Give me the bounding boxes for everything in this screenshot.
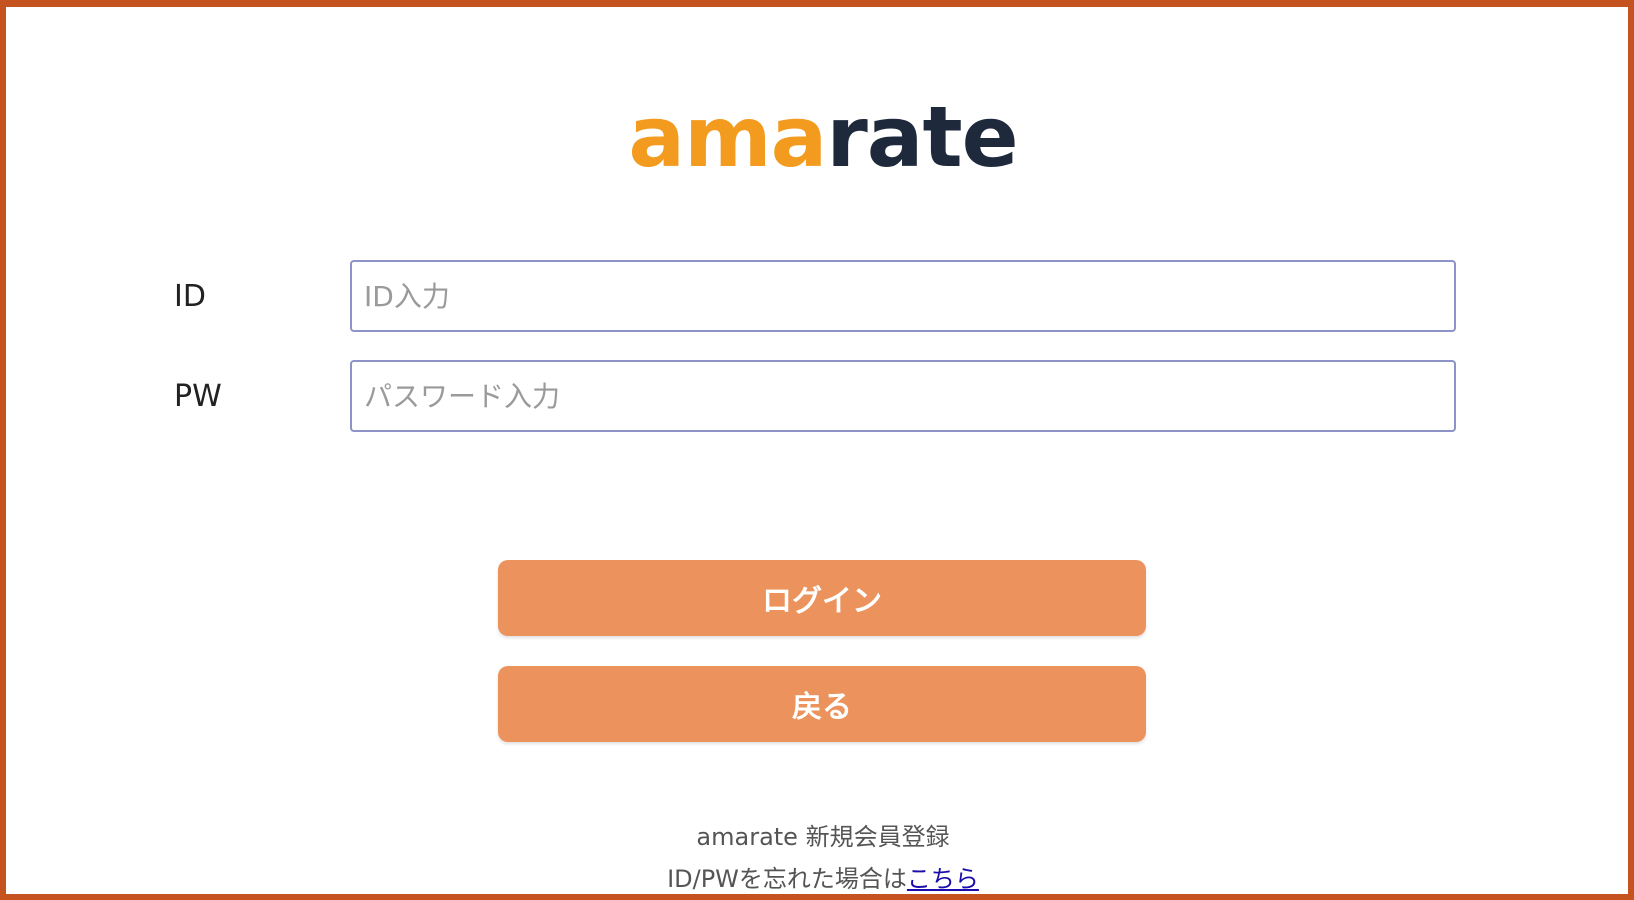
logo-text-ama: ama — [628, 88, 827, 186]
forgot-here-link[interactable]: こちら — [907, 865, 979, 893]
id-input[interactable] — [350, 260, 1456, 332]
logo-text-rate: rate — [826, 88, 1018, 186]
page-frame: amarate ID PW ログイン 戻る amarate 新規会員登録 ID/… — [0, 0, 1634, 900]
login-button[interactable]: ログイン — [498, 560, 1146, 636]
forgot-text: ID/PWを忘れた場合は — [667, 865, 907, 893]
amarate-logo: amarate — [6, 87, 1634, 187]
pw-label: PW — [174, 379, 222, 414]
password-input[interactable] — [350, 360, 1456, 432]
id-label: ID — [174, 279, 206, 314]
register-link[interactable]: amarate 新規会員登録 — [6, 817, 1634, 852]
forgot-credentials-line: ID/PWを忘れた場合はこちら — [6, 859, 1634, 894]
back-button[interactable]: 戻る — [498, 666, 1146, 742]
